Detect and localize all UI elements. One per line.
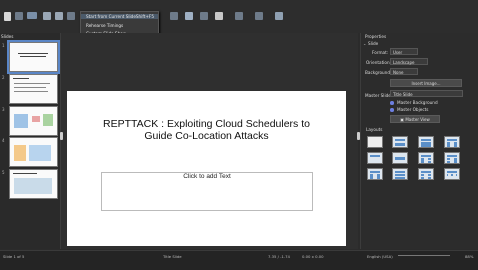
thumb-figure — [14, 145, 26, 161]
layout-four-content[interactable] — [418, 168, 434, 180]
format-label: Format: — [372, 50, 389, 55]
layout-title-content-over[interactable] — [392, 168, 408, 180]
open-icon[interactable] — [15, 12, 23, 20]
chart-icon[interactable] — [200, 12, 208, 20]
slides-pane: Slides 1 2 3 4 5 — [0, 33, 61, 249]
background-label: Background: — [365, 70, 392, 75]
thumb-figure — [32, 116, 40, 122]
slide-number: 3 — [2, 107, 5, 112]
status-language: English (USA) — [367, 254, 393, 259]
content-placeholder[interactable]: Click to add Text — [101, 172, 313, 211]
undo-icon[interactable] — [67, 12, 75, 20]
properties-pane: Properties ⌄ Slide Format: User Orientat… — [360, 33, 478, 249]
layout-title-content[interactable] — [418, 136, 434, 148]
master-view-icon: ▣ — [400, 117, 405, 122]
thumb-figure — [43, 114, 53, 126]
image-icon[interactable] — [185, 12, 193, 20]
status-layout: Title Slide — [163, 254, 182, 259]
slide-number: 2 — [2, 75, 5, 80]
thumb-text-line — [14, 87, 46, 89]
thumb-title-line — [18, 53, 48, 55]
insert-image-button[interactable]: Insert Image... — [390, 79, 462, 87]
thumb-text-line — [13, 173, 37, 175]
table-icon[interactable] — [170, 12, 178, 20]
new-icon[interactable] — [4, 12, 11, 21]
line-icon[interactable] — [255, 12, 263, 20]
collapse-chevron-icon[interactable]: ⌄ — [363, 41, 366, 46]
menu-item-start-current[interactable]: Start from Current Slide Shift+F5 — [81, 14, 158, 19]
slide-canvas[interactable]: REPTTACK : Exploiting Cloud Schedulers t… — [67, 91, 346, 246]
properties-title: Properties — [365, 34, 387, 39]
slide-thumbnail[interactable]: 3 — [2, 106, 58, 136]
thumb-figure — [14, 178, 52, 194]
master-slide-select[interactable]: Title Slide — [390, 90, 463, 97]
layout-title-2content-over[interactable] — [367, 168, 383, 180]
master-view-button[interactable]: ▣ Master View — [390, 115, 440, 123]
master-objects-checkbox[interactable] — [390, 108, 394, 112]
thumb-text-line — [13, 78, 29, 80]
menu-item-shortcut: Shift+F5 — [135, 14, 154, 19]
background-select[interactable]: None — [390, 68, 418, 75]
master-view-label: Master View — [405, 117, 430, 122]
thumb-title-line — [20, 56, 46, 58]
layout-blank[interactable] — [367, 136, 383, 148]
slide-number: 4 — [2, 138, 5, 143]
content-placeholder-text: Click to add Text — [183, 173, 231, 180]
shapes-icon[interactable] — [235, 12, 243, 20]
slide-thumbnail[interactable]: 4 — [2, 137, 58, 167]
status-size: 0.00 x 0.00 — [302, 254, 324, 259]
thumb-figure — [29, 145, 51, 161]
slide-section-title: Slide — [368, 41, 379, 46]
slide-title[interactable]: REPTTACK : Exploiting Cloud Schedulers t… — [97, 118, 316, 142]
layout-centered-text[interactable] — [392, 152, 408, 164]
layouts-title: Layouts — [366, 127, 383, 132]
thumb-text-line — [14, 83, 50, 85]
master-background-checkbox[interactable] — [390, 101, 394, 105]
master-slide-label: Master Slide: — [365, 93, 393, 98]
menu-item-rehearse[interactable]: Rehearse Timings — [86, 23, 123, 28]
status-bar: Slide 1 of 5 Title Slide 7.35 / -1.74 0.… — [0, 250, 478, 270]
thumb-text-line — [14, 91, 48, 93]
layout-title-only[interactable] — [367, 152, 383, 164]
slide-thumbnail[interactable]: 2 — [2, 74, 58, 104]
orientation-select[interactable]: Landscape — [390, 58, 428, 65]
save-icon[interactable] — [27, 12, 37, 19]
layout-six-content[interactable] — [444, 168, 460, 180]
slide-thumbnail[interactable]: 1 — [2, 40, 60, 74]
export-icon[interactable] — [55, 12, 63, 20]
slides-pane-title: Slides — [1, 34, 14, 39]
format-select[interactable]: User — [390, 48, 418, 55]
status-slide-count: Slide 1 of 5 — [3, 254, 25, 259]
toolbar — [0, 0, 478, 33]
master-objects-label: Master Objects — [397, 107, 429, 112]
layout-two-content[interactable] — [444, 136, 460, 148]
layout-title-slide[interactable] — [392, 136, 408, 148]
arrange-icon[interactable] — [275, 12, 283, 20]
slide-thumbnail[interactable]: 5 — [2, 169, 58, 199]
status-zoom[interactable]: 88% — [465, 254, 473, 259]
slide-number: 1 — [2, 43, 5, 48]
layout-title-2content[interactable] — [418, 152, 434, 164]
layout-content-2[interactable] — [444, 152, 460, 164]
zoom-slider[interactable] — [398, 255, 450, 256]
orientation-label: Orientation: — [366, 60, 392, 65]
print-icon[interactable] — [43, 12, 51, 20]
textbox-icon[interactable] — [215, 12, 223, 20]
slide-number: 5 — [2, 170, 5, 175]
left-pane-collapse-handle[interactable] — [60, 132, 63, 140]
menu-item-label: Start from Current Slide — [86, 14, 136, 19]
master-background-label: Master Background — [397, 100, 438, 105]
thumb-figure — [14, 114, 28, 128]
status-position: 7.35 / -1.74 — [268, 254, 290, 259]
